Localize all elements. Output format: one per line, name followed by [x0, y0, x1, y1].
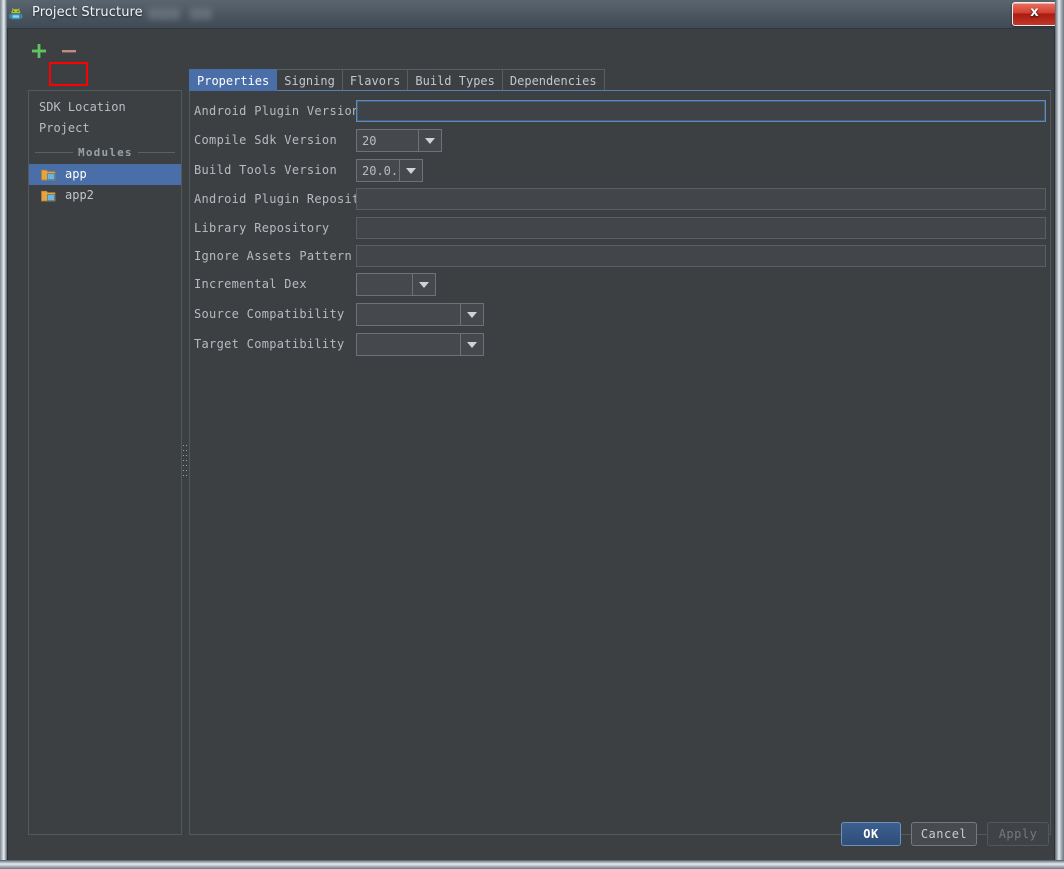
chevron-down-icon[interactable] — [412, 274, 435, 295]
chevron-down-icon[interactable] — [399, 160, 422, 181]
group-rule-left — [35, 152, 73, 153]
sidebar-item-label: Project — [39, 121, 90, 135]
combo-value — [357, 334, 460, 355]
combo-value — [357, 304, 460, 325]
android-plugin-repository-input[interactable] — [356, 188, 1046, 210]
properties-panel: Android Plugin Version Compile Sdk Versi… — [189, 90, 1051, 835]
window-border-left — [0, 0, 7, 869]
sidebar-item-app[interactable]: app — [29, 164, 181, 185]
form-row-incremental-dex: Incremental Dex — [190, 273, 1050, 297]
form-row-android-plugin-version: Android Plugin Version — [190, 100, 1050, 124]
project-structure-window: Project Structure x SDK Location Project — [0, 0, 1064, 869]
group-header-label: Modules — [78, 146, 133, 159]
group-rule-right — [137, 152, 175, 153]
title-bar-ghost-artifact-2 — [190, 8, 212, 20]
compile-sdk-version-combo[interactable]: 20 — [356, 129, 442, 152]
window-title: Project Structure — [32, 5, 143, 20]
tab-label: Build Types — [415, 73, 495, 88]
combo-value: 20.0.0 — [362, 163, 399, 178]
tab-label: Properties — [197, 73, 270, 88]
form-row-ignore-assets-pattern: Ignore Assets Pattern — [190, 245, 1050, 269]
sidebar-item-app2[interactable]: app2 — [29, 185, 181, 206]
module-folder-icon — [41, 169, 56, 181]
library-repository-input[interactable] — [356, 217, 1046, 239]
title-bar[interactable]: Project Structure x — [0, 0, 1064, 29]
tab-bar: Properties Signing Flavors Build Types D… — [189, 69, 605, 91]
window-border-bottom — [0, 860, 1064, 869]
tab-properties[interactable]: Properties — [189, 69, 278, 91]
library-repository-field-wrap — [356, 217, 1046, 239]
sidebar-item-label: SDK Location — [39, 100, 126, 114]
ignore-assets-pattern-input[interactable] — [356, 245, 1046, 267]
field-label: Incremental Dex — [194, 277, 307, 291]
chevron-down-icon[interactable] — [460, 334, 483, 355]
field-label: Source Compatibility — [194, 307, 345, 321]
chevron-down-icon[interactable] — [460, 304, 483, 325]
field-label: Build Tools Version — [194, 163, 337, 177]
combo-value: 20 — [362, 133, 377, 148]
ignore-assets-pattern-field-wrap — [356, 245, 1046, 267]
form-row-target-compatibility: Target Compatibility — [190, 333, 1050, 357]
field-label: Compile Sdk Version — [194, 133, 337, 147]
target-compatibility-combo[interactable] — [356, 333, 484, 356]
module-item-label: app — [65, 167, 87, 181]
module-toolbar — [21, 37, 181, 65]
cancel-button-label: Cancel — [920, 827, 968, 841]
tab-build-types[interactable]: Build Types — [407, 69, 503, 91]
form-row-android-plugin-repository: Android Plugin Repository — [190, 188, 1050, 212]
source-compatibility-combo[interactable] — [356, 303, 484, 326]
incremental-dex-combo[interactable] — [356, 273, 436, 296]
form-row-source-compatibility: Source Compatibility — [190, 303, 1050, 327]
dialog-body: SDK Location Project Modules app app2 Pr… — [7, 29, 1055, 860]
android-plugin-repository-field-wrap — [356, 188, 1046, 210]
apply-button: Apply — [987, 822, 1049, 846]
plus-icon[interactable] — [29, 41, 49, 61]
tab-label: Signing — [284, 73, 335, 88]
form-row-build-tools-version: Build Tools Version 20.0.0 — [190, 159, 1050, 183]
cancel-button[interactable]: Cancel — [911, 822, 977, 846]
field-label: Library Repository — [194, 221, 330, 235]
form-row-compile-sdk-version: Compile Sdk Version 20 — [190, 129, 1050, 153]
tab-label: Flavors — [349, 73, 401, 88]
module-item-label: app2 — [65, 188, 94, 202]
ok-button-label: OK — [863, 827, 879, 841]
sidebar-group-modules: Modules — [29, 143, 181, 162]
title-bar-ghost-artifact-1 — [148, 8, 180, 20]
module-folder-icon — [41, 190, 56, 202]
close-button[interactable]: x — [1012, 2, 1057, 26]
tab-signing[interactable]: Signing — [276, 69, 343, 91]
android-plugin-version-field-wrap — [356, 100, 1046, 122]
window-border-right — [1055, 0, 1064, 869]
field-label: Android Plugin Repository — [194, 192, 383, 206]
sidebar-splitter[interactable] — [182, 90, 188, 835]
tab-flavors[interactable]: Flavors — [341, 69, 409, 91]
field-label: Android Plugin Version — [194, 104, 360, 118]
tab-dependencies[interactable]: Dependencies — [501, 69, 605, 91]
form-row-library-repository: Library Repository — [190, 217, 1050, 241]
annotation-highlight-rect — [49, 62, 88, 86]
dialog-footer: OK Cancel Apply — [8, 808, 1056, 860]
splitter-grip — [183, 445, 187, 479]
close-icon: x — [1030, 5, 1039, 20]
field-label: Ignore Assets Pattern — [194, 249, 353, 263]
sidebar-panel: SDK Location Project Modules app app2 — [28, 90, 182, 835]
android-robot-icon — [9, 8, 23, 20]
sidebar-item-project[interactable]: Project — [29, 118, 181, 139]
field-label: Target Compatibility — [194, 337, 345, 351]
chevron-down-icon[interactable] — [418, 130, 441, 151]
minus-icon[interactable] — [59, 41, 79, 61]
tab-label: Dependencies — [509, 73, 597, 88]
android-plugin-version-input[interactable] — [356, 100, 1046, 122]
apply-button-label: Apply — [998, 827, 1038, 841]
ok-button[interactable]: OK — [841, 822, 901, 846]
combo-value — [357, 274, 412, 295]
build-tools-version-combo[interactable]: 20.0.0 — [356, 159, 423, 182]
sidebar-item-sdk-location[interactable]: SDK Location — [29, 97, 181, 118]
